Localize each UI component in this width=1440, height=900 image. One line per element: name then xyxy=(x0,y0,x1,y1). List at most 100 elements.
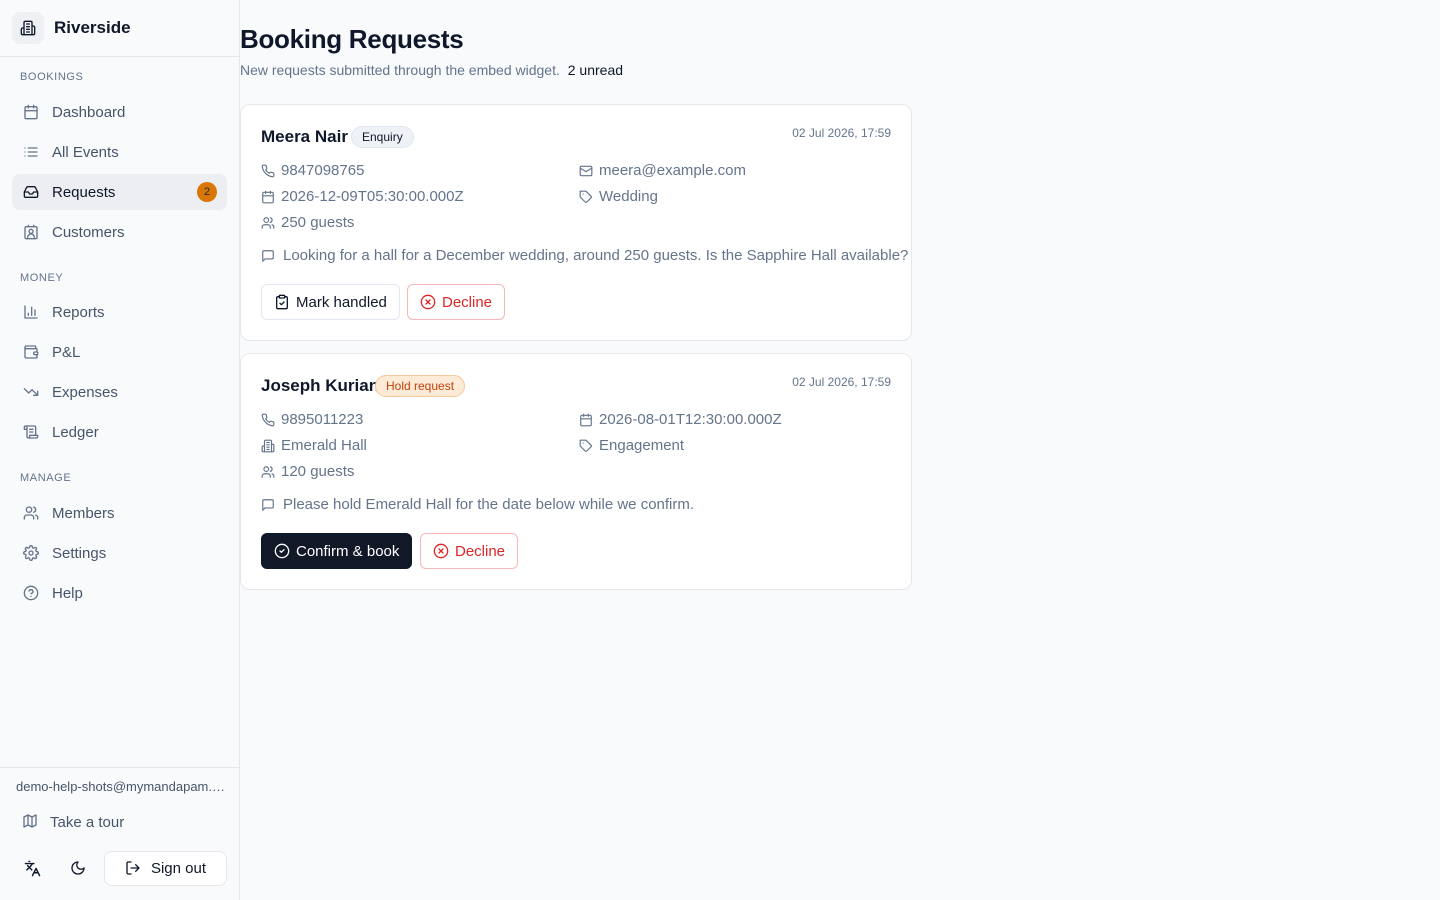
unread-count: 2 unread xyxy=(567,62,624,78)
tag-icon xyxy=(579,190,593,204)
sidebar-item-members[interactable]: Members xyxy=(12,495,227,531)
confirm-and-book-label: Confirm & book xyxy=(296,542,400,560)
email-value: meera@example.com xyxy=(599,162,746,179)
email-field: meera@example.com xyxy=(579,162,746,179)
users-icon xyxy=(261,465,275,479)
request-message: Please hold Emerald Hall for the date be… xyxy=(261,496,694,513)
sidebar-item-dashboard[interactable]: Dashboard xyxy=(12,94,227,130)
building-icon xyxy=(12,12,44,44)
page-title: Booking Requests xyxy=(240,24,464,54)
date-field: 2026-08-01T12:30:00.000Z xyxy=(579,411,782,428)
requester-name: Meera Nair xyxy=(261,127,348,146)
sidebar-item-label: P&L xyxy=(52,343,81,361)
gear-icon xyxy=(22,544,40,562)
building-icon xyxy=(261,439,275,453)
users-icon xyxy=(22,504,40,522)
theme-toggle-button[interactable] xyxy=(60,850,96,886)
guests-value: 120 guests xyxy=(281,463,355,480)
phone-icon xyxy=(261,164,275,178)
sidebar-item-settings[interactable]: Settings xyxy=(12,535,227,571)
phone-field: 9847098765 xyxy=(261,162,364,179)
calendar-icon xyxy=(22,103,40,121)
date-value: 2026-12-09T05:30:00.000Z xyxy=(281,188,464,205)
list-icon xyxy=(22,143,40,161)
requester-name: Joseph Kurian xyxy=(261,376,380,395)
take-a-tour-label: Take a tour xyxy=(50,813,125,831)
calendar-icon xyxy=(579,413,593,427)
contact-icon xyxy=(22,223,40,241)
sidebar-item-label: Settings xyxy=(52,544,107,562)
x-circle-icon xyxy=(420,294,436,310)
date-value: 2026-08-01T12:30:00.000Z xyxy=(599,411,782,428)
event-type-value: Wedding xyxy=(599,188,658,205)
sidebar-item-requests[interactable]: Requests 2 xyxy=(12,174,227,210)
event-type-field: Engagement xyxy=(579,437,684,454)
decline-button[interactable]: Decline xyxy=(420,533,519,569)
brand[interactable]: Riverside xyxy=(0,0,239,57)
message-text: Please hold Emerald Hall for the date be… xyxy=(283,496,695,513)
event-type-field: Wedding xyxy=(579,188,658,205)
requests-count-badge: 2 xyxy=(197,182,217,202)
take-a-tour-link[interactable]: Take a tour xyxy=(12,806,227,838)
section-money: MONEY xyxy=(20,272,64,284)
phone-field: 9895011223 xyxy=(261,411,363,428)
mail-icon xyxy=(579,164,593,178)
log-out-icon xyxy=(125,860,143,878)
hall-field: Emerald Hall xyxy=(261,437,367,454)
request-timestamp: 02 Jul 2026, 17:59 xyxy=(792,375,891,389)
request-timestamp: 02 Jul 2026, 17:59 xyxy=(792,126,891,140)
sidebar-item-label: Ledger xyxy=(52,423,99,441)
request-type-badge: Enquiry xyxy=(351,126,414,148)
confirm-and-book-button[interactable]: Confirm & book xyxy=(261,533,413,569)
sidebar-item-label: All Events xyxy=(52,143,119,161)
language-button[interactable] xyxy=(14,850,50,886)
phone-value: 9847098765 xyxy=(281,162,365,179)
decline-label: Decline xyxy=(455,542,506,560)
mark-handled-button[interactable]: Mark handled xyxy=(261,284,400,320)
inbox-icon xyxy=(22,183,40,201)
tag-icon xyxy=(579,439,593,453)
event-type-value: Engagement xyxy=(599,437,685,454)
phone-icon xyxy=(261,413,275,427)
message-square-icon xyxy=(261,249,275,263)
help-circle-icon xyxy=(22,584,40,602)
guests-field: 120 guests xyxy=(261,463,354,480)
sidebar-item-all-events[interactable]: All Events xyxy=(12,134,227,170)
moon-icon xyxy=(70,860,86,876)
date-field: 2026-12-09T05:30:00.000Z xyxy=(261,188,464,205)
request-card: Joseph Kurian Hold request 02 Jul 2026, … xyxy=(240,353,912,590)
request-card: Meera Nair Enquiry 02 Jul 2026, 17:59 98… xyxy=(240,104,912,341)
message-text: Looking for a hall for a December weddin… xyxy=(283,247,909,264)
page-subtitle: New requests submitted through the embed… xyxy=(240,62,623,78)
section-bookings: BOOKINGS xyxy=(20,71,84,83)
sidebar-item-pnl[interactable]: P&L xyxy=(12,334,227,370)
sidebar-item-label: Help xyxy=(52,584,83,602)
sidebar-item-label: Reports xyxy=(52,303,105,321)
sidebar-footer-divider xyxy=(0,767,239,768)
wallet-icon xyxy=(22,343,40,361)
sidebar-item-label: Customers xyxy=(52,223,125,241)
sidebar-item-reports[interactable]: Reports xyxy=(12,294,227,330)
sidebar-item-customers[interactable]: Customers xyxy=(12,214,227,250)
sidebar-item-label: Expenses xyxy=(52,383,118,401)
sidebar-item-ledger[interactable]: Ledger xyxy=(12,414,227,450)
calendar-icon xyxy=(261,190,275,204)
sign-out-button[interactable]: Sign out xyxy=(104,851,227,886)
guests-value: 250 guests xyxy=(281,214,355,231)
hall-value: Emerald Hall xyxy=(281,437,367,454)
clipboard-check-icon xyxy=(274,294,290,310)
user-email: demo-help-shots@mymandapam.com xyxy=(16,779,226,794)
message-square-icon xyxy=(261,498,275,512)
sidebar-item-label: Requests xyxy=(52,183,116,201)
sidebar-item-expenses[interactable]: Expenses xyxy=(12,374,227,410)
decline-button[interactable]: Decline xyxy=(407,284,506,320)
sign-out-label: Sign out xyxy=(150,860,207,877)
subtitle-text: New requests submitted through the embed… xyxy=(240,62,560,78)
section-manage: MANAGE xyxy=(20,472,72,484)
scroll-icon xyxy=(22,423,40,441)
sidebar-item-label: Members xyxy=(52,504,115,522)
sidebar-item-help[interactable]: Help xyxy=(12,575,227,611)
x-circle-icon xyxy=(433,543,449,559)
request-message: Looking for a hall for a December weddin… xyxy=(261,247,908,264)
sidebar: Riverside BOOKINGS Dashboard All Events … xyxy=(0,0,240,900)
